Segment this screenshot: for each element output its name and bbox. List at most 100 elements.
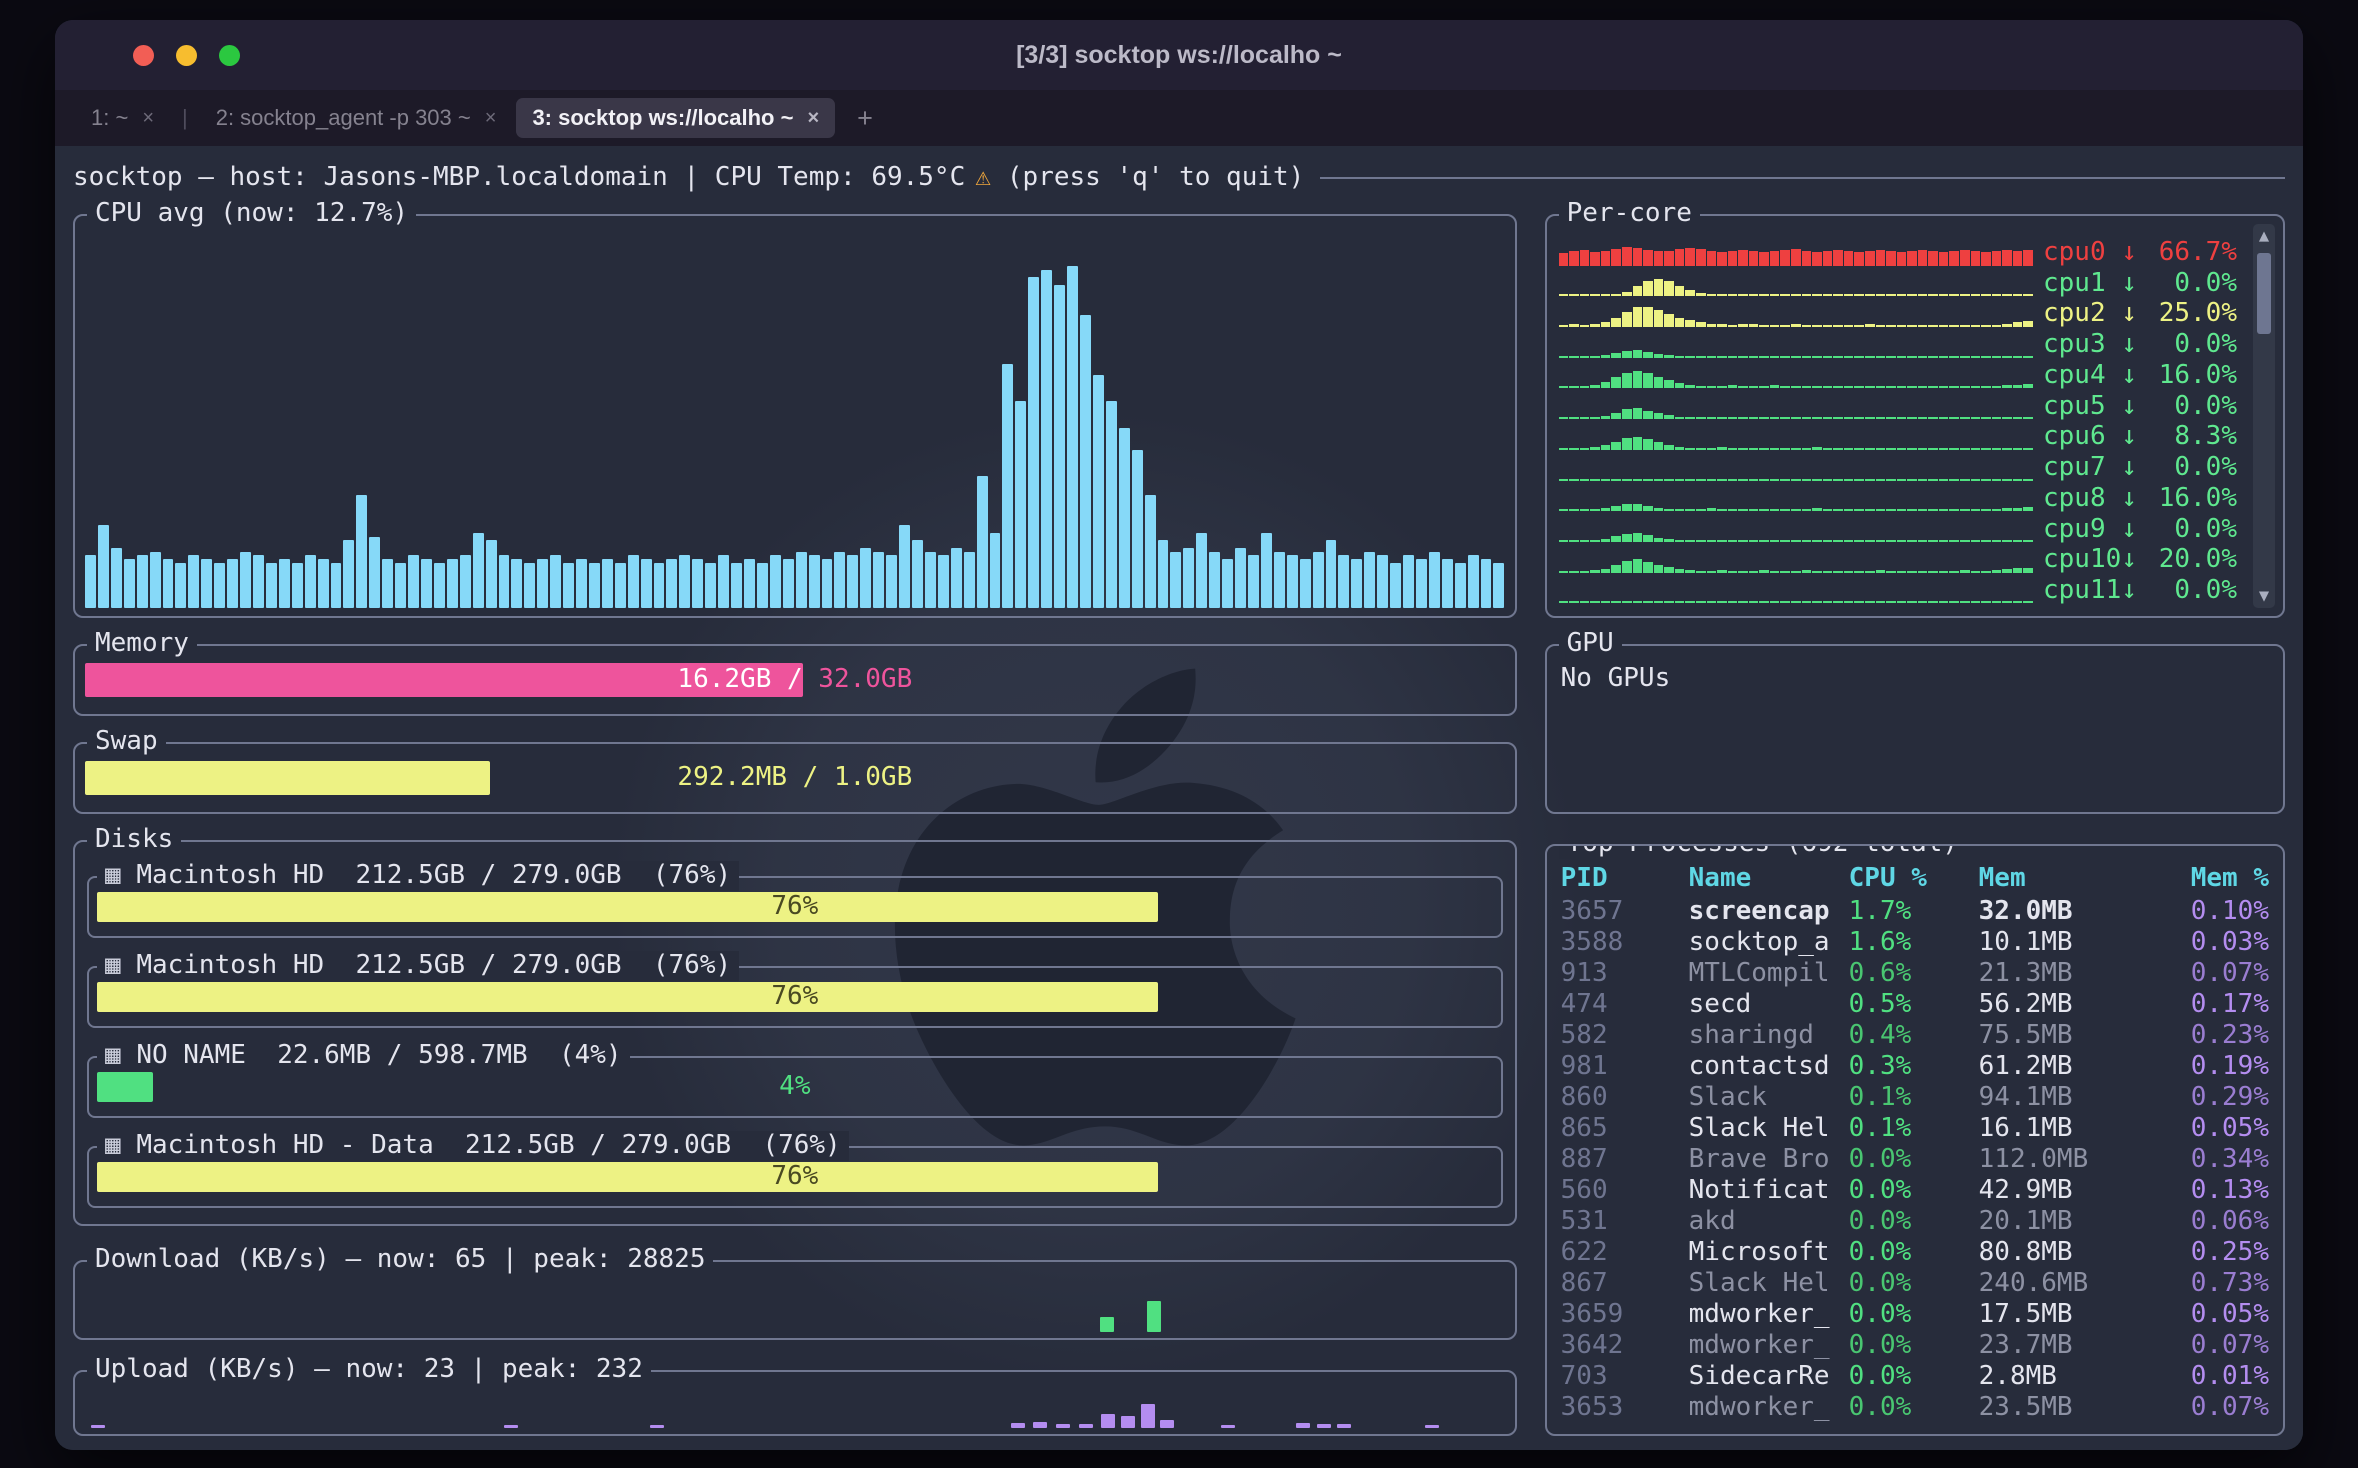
disk-list: ▦ Macintosh HD 212.5GB / 279.0GB (76%)76… (87, 876, 1503, 1208)
process-mem-pct: 0.25% (2175, 1238, 2269, 1268)
process-cpu: 0.0% (1849, 1207, 1979, 1237)
percore-rows: cpu0 ↓66.7%cpu1 ↓0.0%cpu2 ↓25.0%cpu3 ↓0.… (1559, 238, 2237, 606)
memory-total-value: 32.0GB (803, 665, 913, 695)
core-usage-value: 0.0% (2151, 269, 2237, 299)
core-label: cpu9 ↓ (2043, 515, 2141, 545)
terminal-content[interactable]: socktop — host: Jasons-MBP.localdomain |… (55, 146, 2303, 1450)
disk-label: ▦ Macintosh HD 212.5GB / 279.0GB (76%) (97, 861, 739, 891)
disk-usage-percent: 76% (97, 890, 1493, 924)
process-row: 3653mdworker_0.0%23.5MB0.07% (1561, 1392, 2269, 1423)
process-pid: 3657 (1561, 897, 1689, 927)
core-label: cpu3 ↓ (2043, 330, 2141, 360)
scroll-up-icon[interactable]: ▲ (2259, 226, 2269, 246)
tab-1[interactable]: 1: ~× (75, 98, 170, 138)
percore-panel: Per-core cpu0 ↓66.7%cpu1 ↓0.0%cpu2 ↓25.0… (1545, 214, 2285, 618)
process-row: 3657screencap1.7%32.0MB0.10% (1561, 896, 2269, 927)
process-cpu: 0.0% (1849, 1176, 1979, 1206)
tab-label: 3: socktop ws://localho ~ (532, 105, 793, 131)
download-panel: Download (KB/s) — now: 65 | peak: 28825 (73, 1260, 1517, 1340)
process-name: contactsd (1689, 1052, 1849, 1082)
process-row: 865Slack Hel0.1%16.1MB0.05% (1561, 1113, 2269, 1144)
core-usage-value: 8.3% (2151, 422, 2237, 452)
percore-row: cpu5 ↓ 0.0% (1559, 392, 2237, 422)
core-usage-value: 16.0% (2151, 484, 2237, 514)
percore-row: cpu1 ↓ 0.0% (1559, 269, 2237, 299)
process-mem: 23.7MB (1979, 1331, 2175, 1361)
scroll-down-icon[interactable]: ▼ (2259, 586, 2269, 606)
core-label: cpu5 ↓ (2043, 392, 2141, 422)
disk-label-text: Macintosh HD 212.5GB / 279.0GB (76%) (136, 860, 731, 890)
disk-icon: ▦ (105, 950, 136, 980)
process-row: 3588socktop_a1.6%10.1MB0.03% (1561, 927, 2269, 958)
percore-title: Per-core (1559, 199, 1700, 229)
percore-row: cpu3 ↓0.0% (1559, 330, 2237, 360)
process-name: Slack (1689, 1083, 1849, 1113)
disk-label: ▦ NO NAME 22.6MB / 598.7MB (4%) (97, 1041, 630, 1071)
tab-close-icon[interactable]: × (142, 107, 154, 130)
tab-close-icon[interactable]: × (485, 107, 497, 130)
disk-item: ▦ Macintosh HD 212.5GB / 279.0GB (76%)76… (87, 876, 1503, 938)
process-name: Notificat (1689, 1176, 1849, 1206)
column-header: CPU % (1849, 864, 1979, 894)
process-mem: 23.5MB (1979, 1393, 2175, 1423)
header-rule (1320, 177, 2285, 179)
process-mem: 10.1MB (1979, 928, 2175, 958)
scroll-thumb[interactable] (2257, 253, 2271, 335)
process-row: 981contactsd0.3%61.2MB0.19% (1561, 1051, 2269, 1082)
process-name: mdworker_ (1689, 1300, 1849, 1330)
process-pid: 865 (1561, 1114, 1689, 1144)
process-row: 887Brave Bro0.0%112.0MB0.34% (1561, 1144, 2269, 1175)
core-usage-value: 0.0% (2151, 392, 2237, 422)
process-row: 860Slack0.1%94.1MB0.29% (1561, 1082, 2269, 1113)
percore-sparkline (1559, 517, 2033, 542)
disk-usage-bar: 4% (97, 1070, 1493, 1104)
process-cpu: 1.6% (1849, 928, 1979, 958)
disk-usage-percent: 76% (97, 980, 1493, 1014)
process-cpu: 0.0% (1849, 1145, 1979, 1175)
core-label: cpu1 ↓ (2043, 269, 2141, 299)
core-label: cpu11↓ (2043, 576, 2141, 606)
process-mem: 2.8MB (1979, 1362, 2175, 1392)
process-mem-pct: 0.03% (2175, 928, 2269, 958)
disk-usage-bar: 76% (97, 890, 1493, 924)
percore-row: cpu4 ↓16.0% (1559, 361, 2237, 391)
core-usage-value: 25.0% (2151, 299, 2237, 329)
percore-sparkline (1559, 486, 2033, 511)
percore-row: cpu11↓0.0% (1559, 576, 2237, 606)
minimize-window-button[interactable] (176, 45, 197, 66)
download-chart (85, 1278, 1505, 1332)
process-cpu: 0.0% (1849, 1362, 1979, 1392)
percore-sparkline (1559, 394, 2033, 419)
column-header: Name (1689, 864, 1849, 894)
scroll-track[interactable] (2253, 246, 2275, 586)
process-cpu: 0.1% (1849, 1083, 1979, 1113)
close-window-button[interactable] (133, 45, 154, 66)
process-mem: 75.5MB (1979, 1021, 2175, 1051)
title-bar: [3/3] socktop ws://localho ~ (55, 20, 2303, 90)
tab-close-icon[interactable]: × (807, 107, 819, 130)
process-name: secd (1689, 990, 1849, 1020)
zoom-window-button[interactable] (219, 45, 240, 66)
cpu-avg-chart (85, 232, 1505, 608)
process-row: 622Microsoft0.0%80.8MB0.25% (1561, 1237, 2269, 1268)
percore-scrollbar[interactable]: ▲ ▼ (2253, 224, 2275, 608)
column-header: Mem % (2175, 864, 2269, 894)
percore-sparkline (1559, 578, 2033, 603)
memory-bar-label: 16.2GB / 32.0GB (85, 660, 1505, 700)
process-row: 703SidecarRe0.0%2.8MB0.01% (1561, 1361, 2269, 1392)
process-mem-pct: 0.73% (2175, 1269, 2269, 1299)
cpu-avg-title: CPU avg (now: 12.7%) (87, 199, 416, 229)
tab-2[interactable]: 2: socktop_agent -p 303 ~× (200, 98, 513, 138)
process-mem-pct: 0.10% (2175, 897, 2269, 927)
disk-item: ▦ Macintosh HD 212.5GB / 279.0GB (76%)76… (87, 966, 1503, 1028)
tab-3[interactable]: 3: socktop ws://localho ~ × (516, 98, 835, 138)
process-cpu: 0.0% (1849, 1300, 1979, 1330)
process-pid: 3659 (1561, 1300, 1689, 1330)
process-mem-pct: 0.19% (2175, 1052, 2269, 1082)
process-mem-pct: 0.07% (2175, 959, 2269, 989)
process-row: 474secd0.5%56.2MB0.17% (1561, 989, 2269, 1020)
new-tab-button[interactable]: + (839, 103, 891, 134)
process-name: MTLCompil (1689, 959, 1849, 989)
core-usage-value: 0.0% (2151, 453, 2237, 483)
core-label: cpu7 ↓ (2043, 453, 2141, 483)
